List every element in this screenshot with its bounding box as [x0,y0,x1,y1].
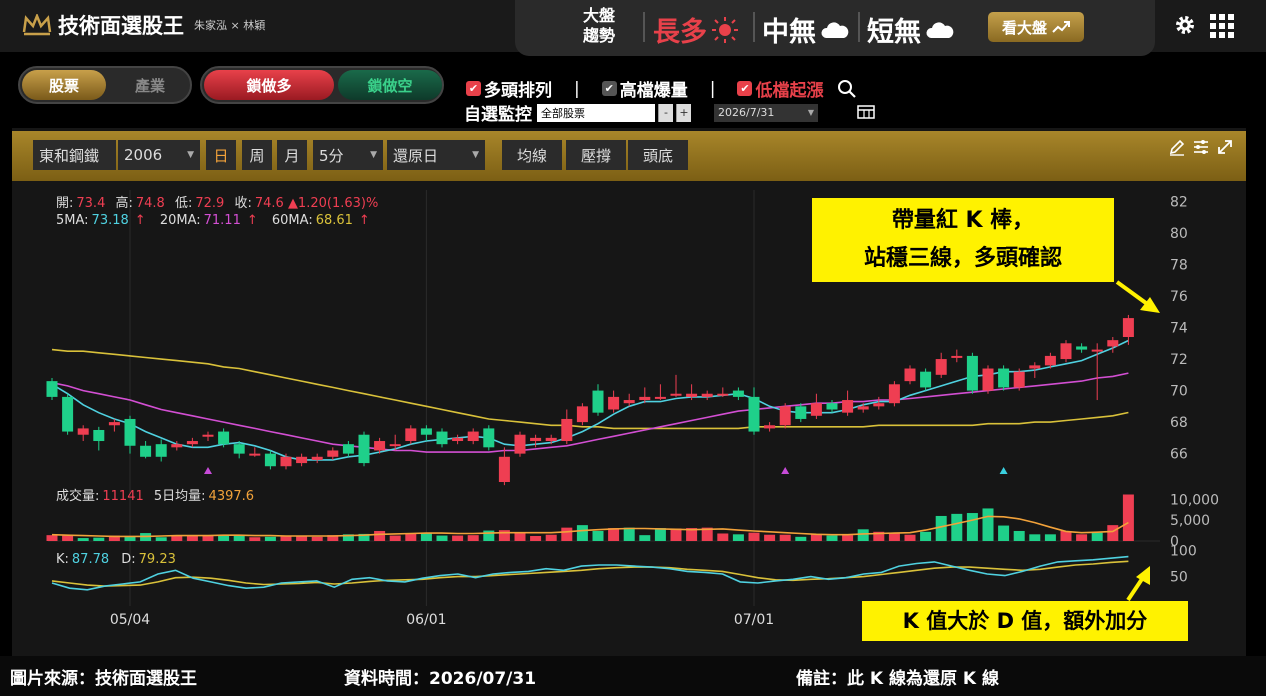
divider [858,12,860,42]
interval-select[interactable]: 5分 ▼ [313,140,383,170]
watchlist-remove-button[interactable]: - [658,103,673,122]
filter-checkboxes: ✔ 多頭排列 | ✔ 高檔爆量 | ✔ 低檔起漲 [466,76,857,101]
adjust-value: 還原日 [393,146,439,165]
footer-source: 圖片來源：技術面選股王 [10,669,197,689]
trend-long-label: 長多 [653,17,707,48]
chevron-down-icon: ▼ [472,150,479,160]
chart-tool-icons [1168,138,1234,156]
chevron-down-icon: ▼ [187,150,194,160]
head-bottom-button[interactable]: 頭底 [628,140,688,170]
divider [643,12,645,42]
tab-stock[interactable]: 股票 [22,70,106,100]
grid-menu-icon[interactable] [1210,14,1234,38]
watchlist-row: 自選監控 全部股票 - + 2026/7/31 ▼ [464,100,877,125]
date-select-value: 2026/7/31 [718,106,775,119]
interval-value: 5分 [319,146,344,165]
market-trend-label: 大盤 趨勢 [583,6,615,46]
market-button[interactable]: 看大盤 [988,12,1084,42]
adjust-select[interactable]: 還原日 ▼ [387,140,485,170]
app-logo[interactable]: 技術面選股王 朱家泓 × 林穎 [22,10,265,40]
divider [753,12,755,42]
lock-direction-toggle: 鎖做多 鎖做空 [200,66,444,104]
sliders-icon[interactable] [1192,138,1210,156]
filter-low-label: 低檔起漲 [755,81,824,101]
filter-toolbar: 股票 產業 鎖做多 鎖做空 ✔ 多頭排列 | ✔ 高檔爆量 | ✔ 低檔起漲 自… [0,56,1266,128]
tab-industry[interactable]: 產業 [110,70,190,100]
gear-icon[interactable] [1174,14,1196,36]
cloud-icon [926,21,954,38]
footer-note: 備註：此 K 線為還原 K 線 [796,669,1000,689]
calendar-table-icon[interactable] [857,104,877,121]
watchlist-label: 自選監控 [464,105,532,125]
footer-data-time: 資料時間：2026/07/31 [344,669,537,689]
watchlist-add-button[interactable]: + [676,103,691,122]
stock-code-select[interactable]: 2006 ▼ [118,140,200,170]
stock-name-field[interactable]: 東和鋼鐵 [33,140,116,170]
search-icon[interactable] [837,79,857,99]
footer: 圖片來源：技術面選股王 資料時間：2026/07/31 備註：此 K 線為還原 … [0,656,1266,696]
period-month-button[interactable]: 月 [277,140,307,170]
callout-line: 帶量紅 K 棒， [891,208,1035,233]
callout-kd: K 值大於 D 值，額外加分 [862,601,1188,641]
filter-bull-label: 多頭排列 [484,81,552,101]
trend-mid-label: 中無 [762,17,816,48]
watchlist-select[interactable]: 全部股票 [537,103,655,122]
period-day-button[interactable]: 日 [206,140,236,170]
cloud-icon [821,21,849,38]
filter-volume[interactable]: ✔ 高檔爆量 [601,76,688,101]
sun-icon [712,16,738,43]
chevron-down-icon: ▼ [370,150,377,160]
filter-bull[interactable]: ✔ 多頭排列 [466,76,552,101]
pressure-support-button[interactable]: 壓撐 [566,140,626,170]
lock-long-button[interactable]: 鎖做多 [204,70,334,100]
checkbox-checked-icon[interactable]: ✔ [466,81,481,96]
trend-short-label: 短無 [867,17,921,48]
callout-bull-confirm: 帶量紅 K 棒， 站穩三線，多頭確認 [812,198,1114,282]
app-authors: 朱家泓 × 林穎 [194,19,266,32]
filter-volume-label: 高檔爆量 [619,81,688,101]
crown-icon [22,14,52,36]
checkbox-checked-icon[interactable]: ✔ [737,81,753,96]
ma-button[interactable]: 均線 [502,140,562,170]
date-select[interactable]: 2026/7/31 ▼ [714,103,818,122]
filter-low[interactable]: ✔ 低檔起漲 [737,76,823,101]
filter-separator: | [709,78,716,99]
market-trend-label-line1: 大盤 [583,6,616,25]
market-trend-label-line2: 趨勢 [583,26,616,45]
expand-icon[interactable] [1216,138,1234,156]
callout-line: 站穩三線，多頭確認 [863,246,1062,271]
pencil-icon[interactable] [1168,138,1186,156]
market-trend-panel: 大盤 趨勢 長多 中無 短無 看大盤 [515,0,1155,56]
stock-industry-toggle: 股票 產業 [18,66,192,104]
market-button-label: 看大盤 [1001,18,1047,37]
filter-separator: | [574,78,580,99]
checkbox-checked-icon[interactable]: ✔ [601,81,617,96]
chart-up-icon [1052,21,1070,33]
stock-code-value: 2006 [124,146,163,164]
chevron-down-icon: ▼ [807,108,814,117]
period-week-button[interactable]: 周 [242,140,272,170]
lock-short-button[interactable]: 鎖做空 [338,70,442,100]
trend-short: 短無 [867,10,955,49]
app-name: 技術面選股王 [58,14,184,38]
trend-mid: 中無 [762,10,850,49]
trend-long: 長多 [653,10,739,49]
